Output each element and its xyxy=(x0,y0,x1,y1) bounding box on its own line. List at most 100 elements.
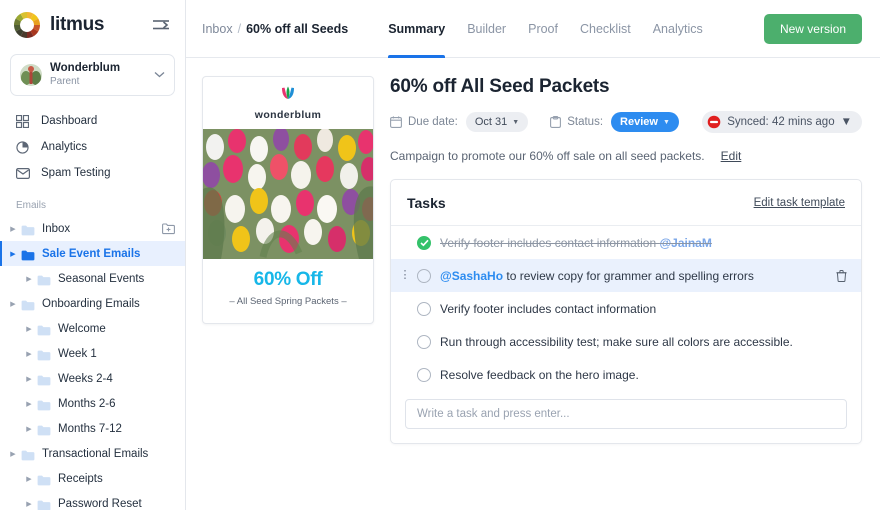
task-label: Verify footer includes contact informati… xyxy=(440,302,656,316)
expand-caret-icon[interactable]: ▶ xyxy=(24,400,34,408)
chevron-down-icon: ▼ xyxy=(662,118,670,126)
new-version-button[interactable]: New version xyxy=(763,13,862,44)
sidebar-item-dashboard[interactable]: Dashboard xyxy=(0,108,185,134)
new-task-input[interactable] xyxy=(405,399,847,429)
status-text: Review xyxy=(620,116,658,128)
litmus-logo-icon xyxy=(12,10,42,40)
folder-label: Password Reset xyxy=(58,497,142,510)
due-date-text: Oct 31 xyxy=(474,116,508,128)
task-label: Resolve feedback on the hero image. xyxy=(440,368,639,382)
folder-item-seasonal-events[interactable]: ▶ Seasonal Events xyxy=(0,266,185,291)
task-checkbox[interactable] xyxy=(417,235,431,250)
folder-item-onboarding-emails[interactable]: ▶ Onboarding Emails xyxy=(0,291,185,316)
task-list: ⋮ Verify footer includes contact informat… xyxy=(391,226,861,391)
expand-caret-icon[interactable]: ▶ xyxy=(24,375,34,383)
breadcrumb: Inbox / 60% off all Seeds xyxy=(202,22,348,36)
tab-builder[interactable]: Builder xyxy=(467,0,506,57)
task-mention[interactable]: @SashaHo xyxy=(440,269,503,283)
folder-item-weeks-2-4[interactable]: ▶ Weeks 2-4 xyxy=(0,366,185,391)
expand-caret-icon[interactable]: ▶ xyxy=(24,425,34,433)
folder-icon xyxy=(37,498,51,510)
sidebar-item-label: Spam Testing xyxy=(41,167,111,179)
task-mention[interactable]: @JainaM xyxy=(659,236,711,250)
expand-caret-icon[interactable]: ▶ xyxy=(8,300,18,308)
drag-handle-icon[interactable]: ⋮ xyxy=(399,270,411,281)
task-label: Run through accessibility test; make sur… xyxy=(440,335,793,349)
preview-brand: wonderblum xyxy=(254,109,322,121)
task-text: Run through accessibility test; make sur… xyxy=(440,334,793,349)
task-row[interactable]: ⋮Resolve feedback on the hero image. xyxy=(391,358,861,391)
breadcrumb-root[interactable]: Inbox xyxy=(202,22,233,36)
top-bar: Inbox / 60% off all Seeds Summary Builder… xyxy=(186,0,880,58)
expand-caret-icon[interactable]: ▶ xyxy=(24,275,34,283)
due-date-value[interactable]: Oct 31 ▼ xyxy=(465,112,529,132)
expand-caret-icon[interactable]: ▶ xyxy=(8,450,18,458)
trash-icon[interactable] xyxy=(836,269,847,282)
task-row[interactable]: ⋮Run through accessibility test; make su… xyxy=(391,325,861,358)
envelope-icon xyxy=(16,167,33,179)
folder-label: Onboarding Emails xyxy=(42,297,140,310)
folder-item-transactional-emails[interactable]: ▶ Transactional Emails xyxy=(0,441,185,466)
expand-caret-icon[interactable]: ▶ xyxy=(24,500,34,508)
task-checkbox[interactable] xyxy=(417,301,431,316)
folder-item-receipts[interactable]: ▶ Receipts xyxy=(0,466,185,491)
folder-item-password-reset[interactable]: ▶ Password Reset xyxy=(0,491,185,510)
expand-caret-icon[interactable]: ▶ xyxy=(24,350,34,358)
folder-label: Sale Event Emails xyxy=(42,247,141,260)
folder-label: Months 2-6 xyxy=(58,397,116,410)
status-badge[interactable]: Review ▼ xyxy=(611,112,679,132)
primary-nav: Dashboard Analytics Spam Testing xyxy=(0,108,185,186)
folder-item-months-7-12[interactable]: ▶ Months 7-12 xyxy=(0,416,185,441)
folder-label: Receipts xyxy=(58,472,103,485)
folder-label: Welcome xyxy=(58,322,106,335)
folder-item-week-1[interactable]: ▶ Week 1 xyxy=(0,341,185,366)
tab-summary[interactable]: Summary xyxy=(388,0,445,58)
chevron-down-icon: ▼ xyxy=(512,118,520,126)
folder-icon xyxy=(37,373,51,386)
page-title: 60% off All Seed Packets xyxy=(390,76,610,97)
task-row[interactable]: ⋮Verify footer includes contact informat… xyxy=(391,292,861,325)
task-checkbox[interactable] xyxy=(417,268,431,283)
folder-item-sale-event-emails[interactable]: ▶ Sale Event Emails xyxy=(0,241,185,266)
tab-proof[interactable]: Proof xyxy=(528,0,558,57)
task-text: Verify footer includes contact informati… xyxy=(440,301,657,316)
email-preview-card[interactable]: wonderblum 60% Off – All Seed Spring Pac… xyxy=(202,76,374,324)
expand-caret-icon[interactable]: ▶ xyxy=(8,250,18,258)
collapse-sidebar-icon[interactable] xyxy=(151,15,171,35)
expand-caret-icon[interactable]: ▶ xyxy=(8,225,18,233)
task-text: Resolve feedback on the hero image. xyxy=(440,367,639,382)
folder-icon xyxy=(21,448,35,461)
task-row[interactable]: ⋮ @SashaHo to review copy for grammer and… xyxy=(391,259,861,292)
sync-blocked-icon xyxy=(707,115,721,129)
add-folder-icon[interactable] xyxy=(162,222,175,235)
task-row[interactable]: ⋮Verify footer includes contact informat… xyxy=(391,226,861,259)
edit-task-template-link[interactable]: Edit task template xyxy=(754,197,845,209)
chevron-down-icon xyxy=(154,70,165,81)
account-role: Parent xyxy=(50,76,80,88)
edit-description-link[interactable]: Edit xyxy=(721,149,742,163)
task-text: to review copy for grammer and spelling … xyxy=(503,268,754,283)
sync-status[interactable]: Synced: 42 mins ago ▼ xyxy=(702,111,862,133)
tasks-header: Tasks Edit task template xyxy=(391,180,861,226)
expand-caret-icon[interactable]: ▶ xyxy=(24,475,34,483)
tab-checklist[interactable]: Checklist xyxy=(580,0,631,57)
folder-item-inbox[interactable]: ▶ Inbox xyxy=(0,216,185,241)
folder-item-months-2-6[interactable]: ▶ Months 2-6 xyxy=(0,391,185,416)
task-checkbox[interactable] xyxy=(417,334,431,349)
expand-caret-icon[interactable]: ▶ xyxy=(24,325,34,333)
brand-name: litmus xyxy=(50,14,105,35)
account-switcher[interactable]: Wonderblum Parent xyxy=(10,54,175,96)
sidebar-item-spam-testing[interactable]: Spam Testing xyxy=(0,160,185,186)
folder-icon xyxy=(37,348,51,361)
pie-chart-icon xyxy=(16,140,33,154)
folder-label: Weeks 2-4 xyxy=(58,372,113,385)
due-date-label: Due date: xyxy=(408,116,458,128)
avatar xyxy=(20,64,42,86)
task-label: Verify footer includes contact informati… xyxy=(440,236,712,250)
folder-item-welcome[interactable]: ▶ Welcome xyxy=(0,316,185,341)
preview-header: wonderblum xyxy=(203,77,373,129)
sidebar-item-analytics[interactable]: Analytics xyxy=(0,134,185,160)
main-content: Inbox / 60% off all Seeds Summary Builder… xyxy=(186,0,880,510)
task-checkbox[interactable] xyxy=(417,367,431,382)
tab-analytics[interactable]: Analytics xyxy=(653,0,703,57)
